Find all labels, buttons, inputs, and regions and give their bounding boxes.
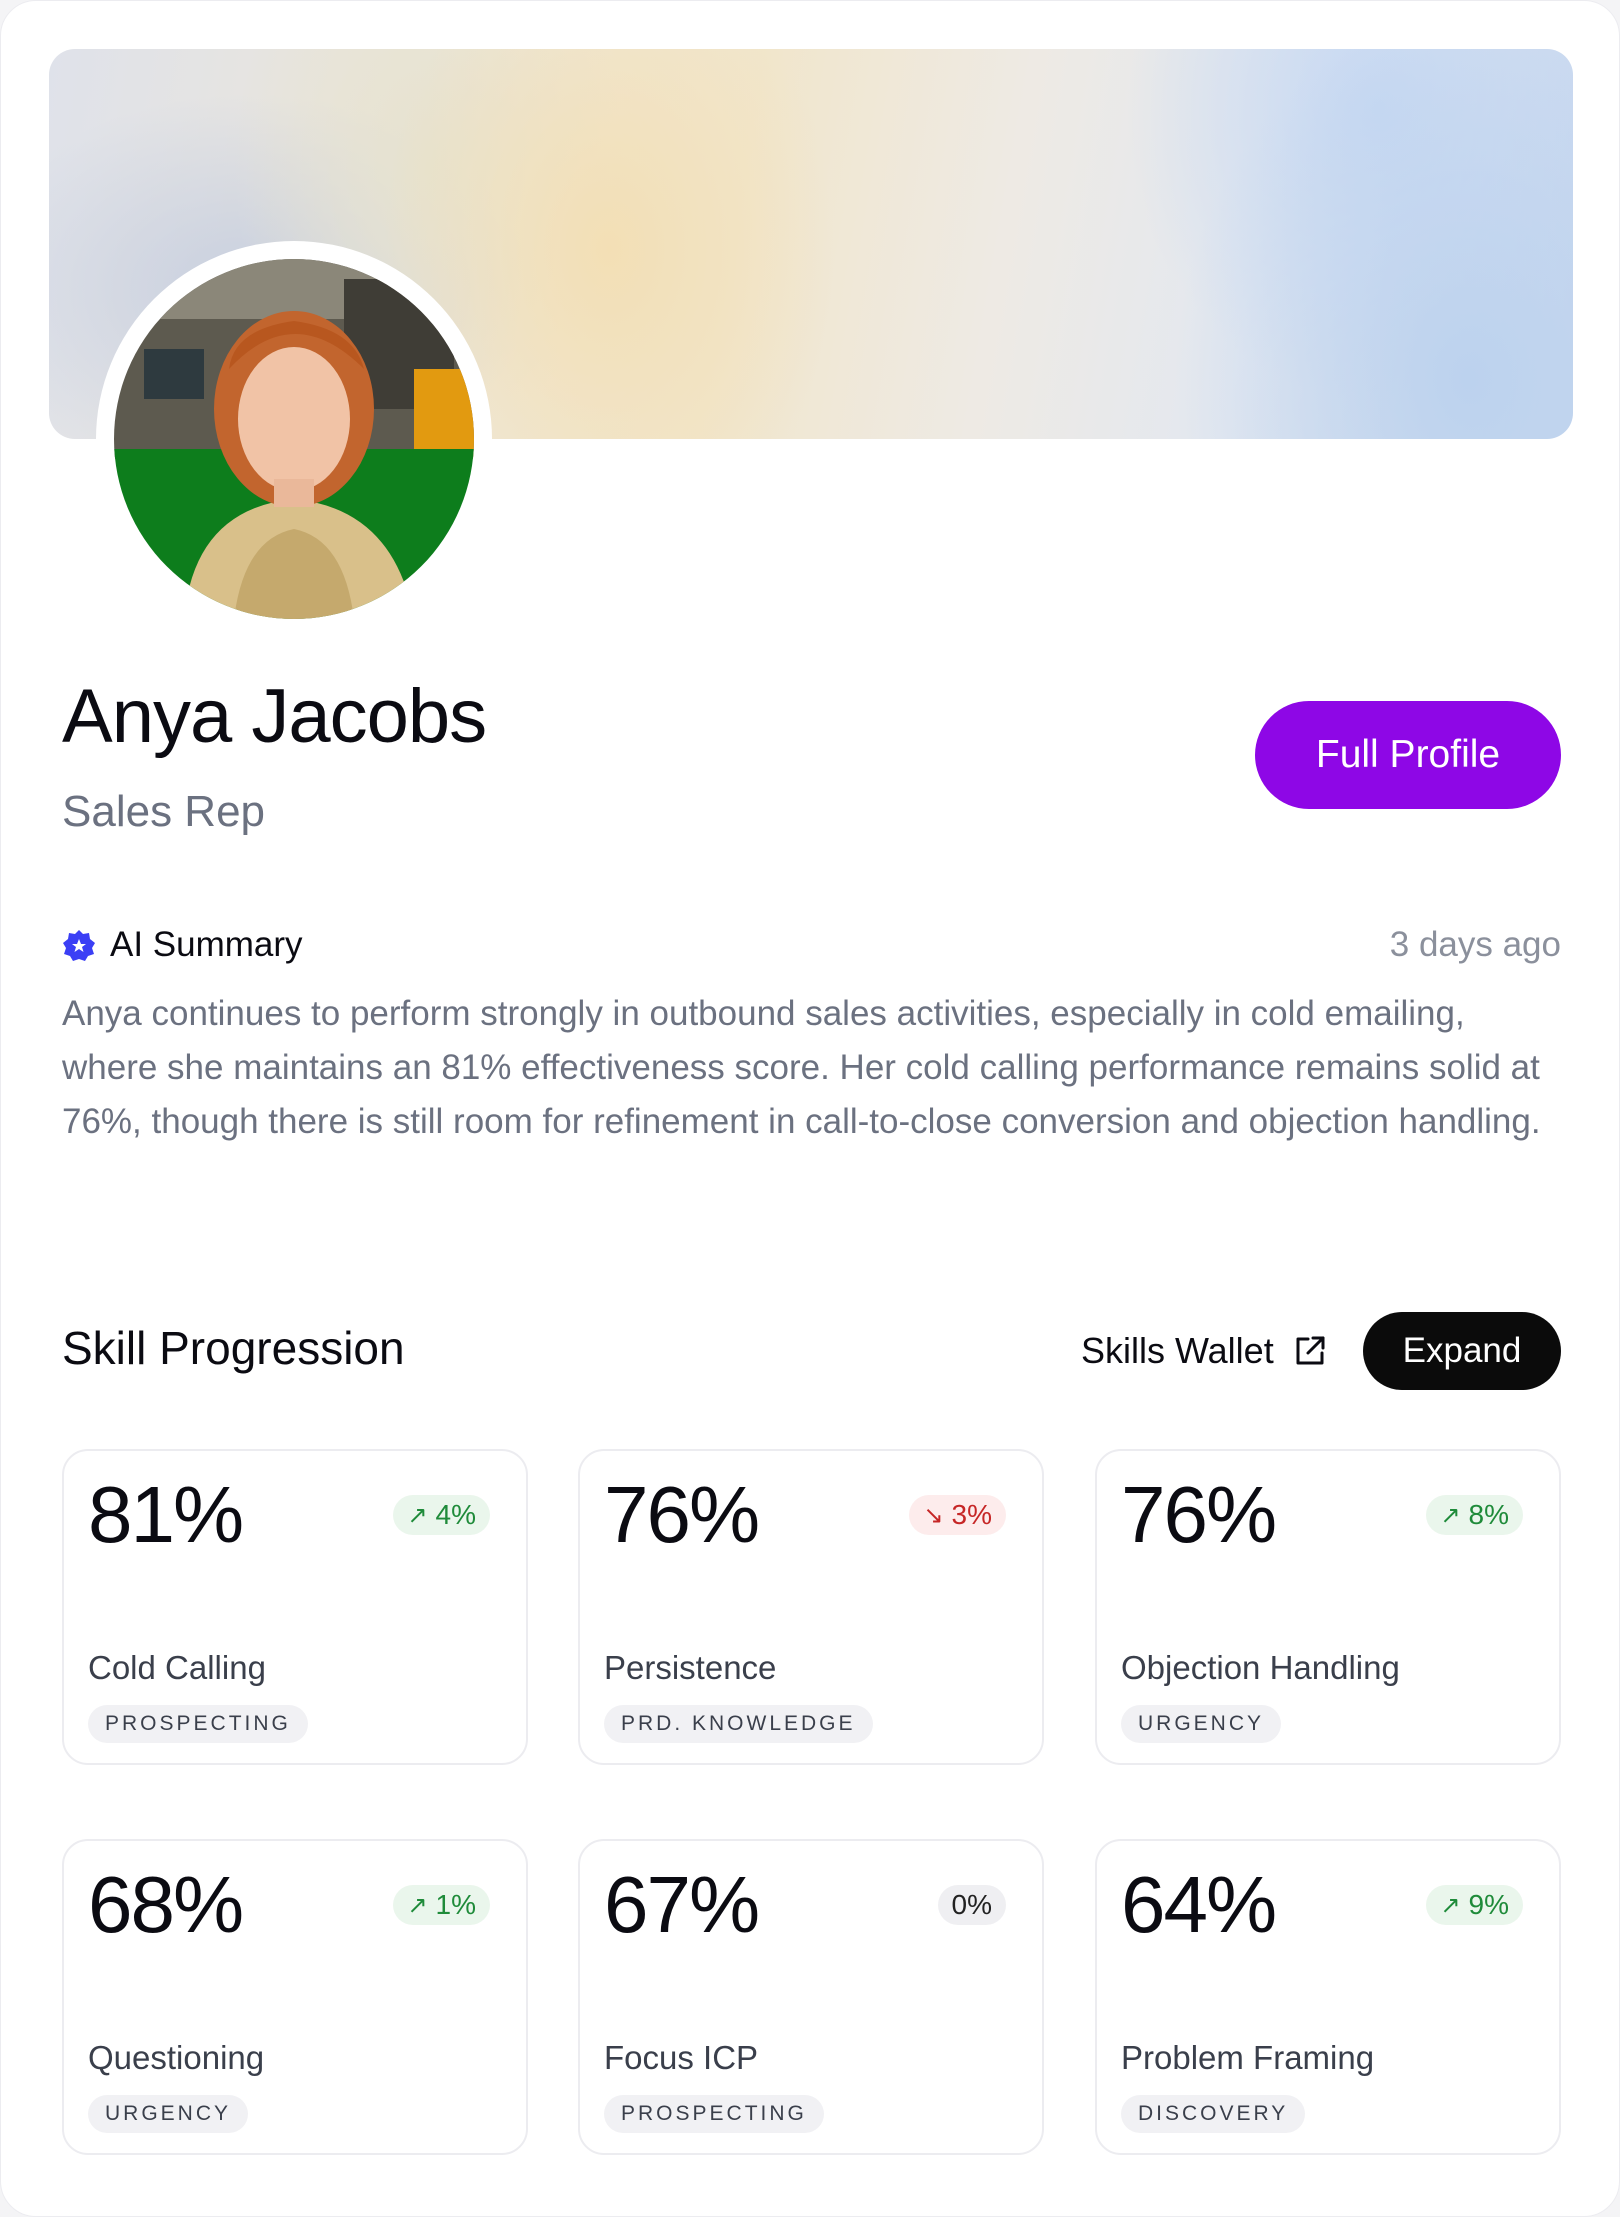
skill-score: 81% — [88, 1470, 244, 1559]
change-value: 1% — [435, 1889, 476, 1920]
change-value: 3% — [951, 1499, 992, 1530]
change-badge: ↗ 9% — [1426, 1885, 1523, 1925]
profile-card: Anya Jacobs Sales Rep Full Profile AI Su… — [0, 0, 1620, 2217]
skill-card[interactable]: 64% ↗ 9% Problem Framing DISCOVERY — [1095, 1839, 1561, 2155]
profile-name: Anya Jacobs — [62, 674, 487, 759]
change-value: 8% — [1468, 1499, 1509, 1530]
arrow-up-right-icon: ↗ — [1440, 1501, 1461, 1529]
ai-summary-label: AI Summary — [110, 925, 303, 964]
change-value: 0% — [951, 1889, 992, 1920]
skill-name: Questioning — [88, 2039, 265, 2076]
ai-summary-text: Anya continues to perform strongly in ou… — [62, 994, 1541, 1141]
skill-name: Objection Handling — [1121, 1649, 1400, 1686]
skill-card[interactable]: 67% 0% Focus ICP PROSPECTING — [578, 1839, 1044, 2155]
full-profile-button[interactable]: Full Profile — [1255, 701, 1561, 809]
external-link-icon — [1296, 1336, 1325, 1365]
skill-score: 67% — [604, 1860, 760, 1949]
profile-role: Sales Rep — [62, 787, 266, 836]
change-badge: ↗ 1% — [393, 1885, 490, 1925]
arrow-up-right-icon: ↗ — [407, 1501, 428, 1529]
skill-score: 76% — [604, 1470, 760, 1559]
skills-wallet-link[interactable]: Skills Wallet — [1081, 1326, 1328, 1376]
skill-tag: URGENCY — [88, 2095, 249, 2133]
skill-score: 68% — [88, 1860, 244, 1949]
skill-name: Persistence — [604, 1649, 777, 1686]
skills-wallet-label: Skills Wallet — [1081, 1330, 1274, 1371]
arrow-up-right-icon: ↗ — [1440, 1891, 1461, 1919]
arrow-up-right-icon: ↗ — [407, 1891, 428, 1919]
skill-card[interactable]: 76% ↗ 8% Objection Handling URGENCY — [1095, 1449, 1561, 1765]
skill-name: Problem Framing — [1121, 2039, 1375, 2076]
skill-tag: PROSPECTING — [88, 1705, 308, 1743]
skill-name: Focus ICP — [604, 2039, 759, 2076]
arrow-down-right-icon: ↘ — [923, 1501, 944, 1529]
change-badge: ↘ 3% — [909, 1495, 1006, 1535]
change-badge: ↗ 8% — [1426, 1495, 1523, 1535]
skill-score: 76% — [1121, 1470, 1277, 1559]
change-badge: 0% — [937, 1885, 1006, 1925]
skill-tag: PRD. KNOWLEDGE — [604, 1705, 873, 1743]
expand-button[interactable]: Expand — [1363, 1312, 1561, 1390]
skill-name: Cold Calling — [88, 1649, 266, 1686]
ai-summary-header: AI Summary 3 days ago — [62, 923, 1561, 969]
change-value: 4% — [435, 1499, 476, 1530]
skill-card[interactable]: 81% ↗ 4% Cold Calling PROSPECTING — [62, 1449, 528, 1765]
skill-card[interactable]: 68% ↗ 1% Questioning URGENCY — [62, 1839, 528, 2155]
skill-score: 64% — [1121, 1860, 1277, 1949]
skill-tag: DISCOVERY — [1121, 2095, 1306, 2133]
avatar[interactable] — [114, 259, 474, 619]
ai-summary-time: 3 days ago — [1389, 925, 1561, 964]
change-badge: ↗ 4% — [393, 1495, 490, 1535]
skill-tag: URGENCY — [1121, 1705, 1282, 1743]
change-value: 9% — [1468, 1889, 1509, 1920]
skill-tag: PROSPECTING — [604, 2095, 824, 2133]
skill-progression-title: Skill Progression — [62, 1322, 405, 1374]
skill-card[interactable]: 76% ↘ 3% Persistence PRD. KNOWLEDGE — [578, 1449, 1044, 1765]
verified-badge-icon — [62, 929, 96, 963]
